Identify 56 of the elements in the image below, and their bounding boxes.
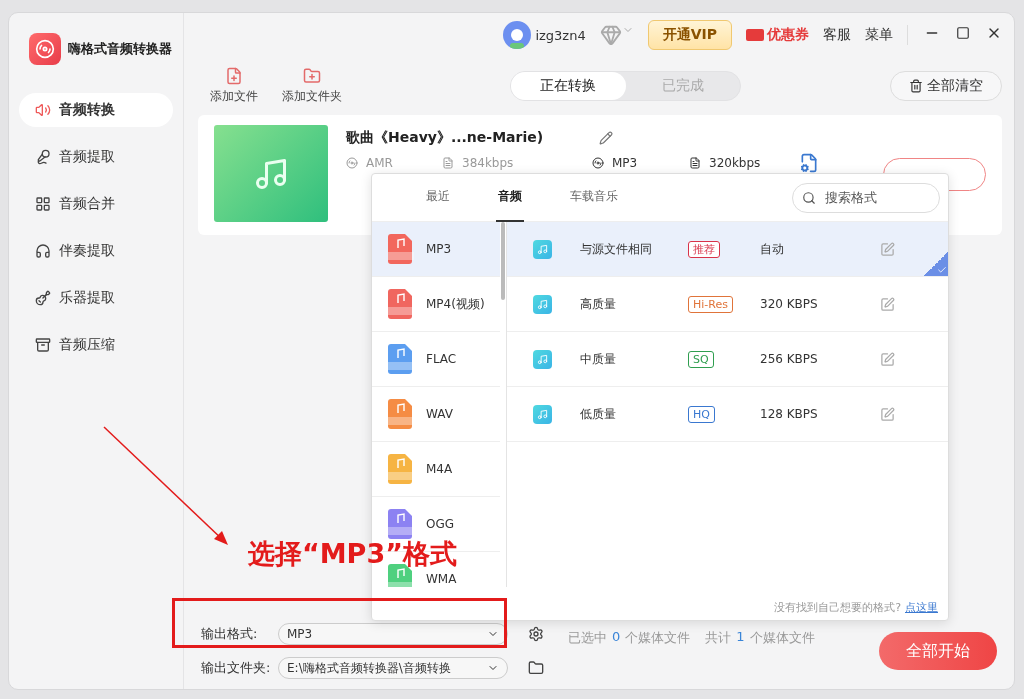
status-text: 已选中 (568, 629, 607, 647)
status-text: 共计 (705, 629, 732, 647)
preset-bitrate: 256 KBPS (760, 352, 819, 366)
target-format: MP3 (612, 156, 638, 170)
quality-tag: SQ (688, 351, 714, 368)
target-bitrate: 320kbps (709, 156, 761, 170)
preset-bitrate: 320 KBPS (760, 297, 819, 311)
format-item[interactable]: FLAC (372, 332, 500, 387)
format-item[interactable]: M4A (372, 442, 500, 497)
preset-name: 与源文件相同 (580, 240, 653, 258)
format-tab[interactable]: 最近 (424, 173, 452, 222)
output-format-label: 输出格式: (201, 625, 259, 643)
source-format: AMR (366, 156, 393, 170)
preset-row[interactable]: 高质量 Hi-Res 320 KBPS (507, 277, 948, 332)
clear-all-button[interactable]: 全部清空 (890, 71, 1002, 101)
quality-tag: HQ (688, 406, 715, 423)
tab[interactable]: 正在转换 (511, 72, 626, 100)
sidebar-item[interactable]: 音频转换 (19, 93, 173, 127)
preset-name: 中质量 (580, 350, 617, 368)
status-text: 个媒体文件 (625, 629, 691, 647)
status-text: 个媒体文件 (749, 629, 815, 647)
quality-tag: 推荐 (688, 240, 720, 258)
coupon-link[interactable]: 优惠券 (746, 26, 809, 44)
selected-count: 0 (612, 629, 621, 646)
sidebar-item[interactable]: 乐器提取 (19, 281, 173, 315)
add-button[interactable]: 添加文件 (198, 67, 270, 105)
search-field[interactable]: 搜索格式 (792, 182, 940, 213)
preset-bitrate: 128 KBPS (760, 407, 819, 421)
preset-row[interactable]: 中质量 SQ 256 KBPS (507, 332, 948, 387)
total-count: 1 (736, 629, 745, 646)
preset-row[interactable]: 低质量 HQ 128 KBPS (507, 387, 948, 442)
file-name: 歌曲《Heavy》...ne-Marie) (346, 129, 544, 147)
vip-button[interactable]: 开通VIP (647, 20, 732, 50)
format-tab[interactable]: 车载音乐 (568, 173, 620, 222)
sidebar-item[interactable]: 音频提取 (19, 140, 173, 174)
folder-select[interactable]: E:\嗨格式音频转换器\音频转换 (278, 657, 508, 679)
quality-tag: Hi-Res (688, 296, 733, 313)
output-folder-label: 输出文件夹: (201, 659, 272, 677)
format-item[interactable]: WAV (372, 387, 500, 442)
preset-name: 低质量 (580, 405, 617, 423)
sidebar-item[interactable]: 音频压缩 (19, 328, 173, 362)
source-bitrate: 384kbps (462, 156, 514, 170)
header-link[interactable]: 菜单 (865, 26, 893, 44)
app-title: 嗨格式音频转换器 (68, 40, 172, 58)
sidebar-item[interactable]: 伴奏提取 (19, 234, 173, 268)
header-link[interactable]: 客服 (823, 26, 851, 44)
preset-row[interactable]: 与源文件相同 推荐 自动 (507, 222, 948, 277)
help-link[interactable]: 点这里 (905, 600, 938, 615)
add-button[interactable]: 添加文件夹 (270, 67, 354, 105)
help-text: 没有找到自己想要的格式? (774, 600, 901, 615)
sidebar-item[interactable]: 音频合并 (19, 187, 173, 221)
preset-bitrate: 自动 (760, 240, 785, 258)
format-item[interactable]: MP3 (372, 222, 500, 277)
username[interactable]: izg3zn4 (535, 27, 586, 43)
format-item[interactable]: MP4(视频) (372, 277, 500, 332)
preset-name: 高质量 (580, 295, 617, 313)
